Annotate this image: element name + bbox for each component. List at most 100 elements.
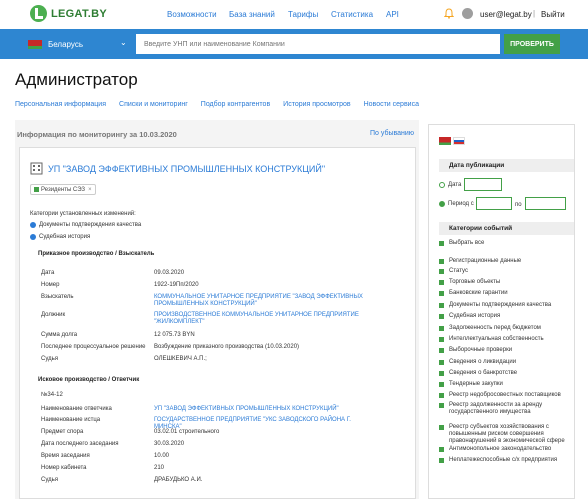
checkbox-icon (439, 291, 444, 296)
checkbox-icon (439, 303, 444, 308)
event-category-label: Задолженность перед бюджетом (449, 325, 541, 331)
event-category-label: Реестр недобросовестных поставщиков (449, 392, 561, 398)
checkbox-icon (439, 337, 444, 342)
debtor-link[interactable]: ПРОИЗВОДСТВЕННОЕ КОММУНАЛЬНОЕ УНИТАРНОЕ … (154, 312, 379, 326)
row-value: ДРАБУДЬКО А.И. (154, 477, 203, 483)
row-value: 1922-19Пп/2020 (154, 282, 199, 288)
tab-counterparty-search[interactable]: Подбор контрагентов (201, 101, 270, 108)
checkbox-icon (439, 314, 444, 319)
event-category-label: Сведения о ликвидации (449, 359, 517, 365)
nav-statistics[interactable]: Статистика (331, 10, 373, 19)
nav-api[interactable]: API (386, 10, 399, 19)
company-name-link[interactable]: УП "ЗАВОД ЭФФЕКТИВНЫХ ПРОМЫШЛЕННЫХ КОНСТ… (48, 164, 325, 174)
row-key: Номер кабинета (41, 465, 87, 471)
country-select[interactable]: Беларусь ⌄ (28, 37, 130, 52)
period-to-label: по (515, 202, 522, 208)
radio-icon (439, 201, 445, 207)
event-category-trade-objects[interactable]: Торговые объекты (439, 279, 574, 286)
row-key: Время заседания (41, 453, 90, 459)
date-radio[interactable]: Дата (439, 182, 461, 188)
period-radio[interactable]: Период с (439, 201, 474, 207)
close-icon[interactable]: × (88, 187, 92, 193)
avatar[interactable] (462, 8, 473, 19)
event-category-insolvent-farms[interactable]: Неплатежеспособные с/х предприятия (439, 457, 574, 464)
row-key: Наименование ответчика (41, 406, 112, 412)
event-category-label: Судебная история (449, 313, 501, 319)
event-category-selective-inspections[interactable]: Выборочные проверки (439, 347, 574, 354)
category-label: Судебная история (39, 234, 91, 240)
radio-label: Период с (448, 201, 474, 207)
event-category-unfair-suppliers-registry[interactable]: Реестр недобросовестных поставщиков (439, 392, 574, 399)
brand-name: LEGAT.BY (51, 7, 107, 20)
date-input[interactable] (464, 178, 502, 191)
section-writ-proceedings: Приказное производство / Взыскатель (38, 251, 155, 257)
row-key: Дата (41, 270, 55, 276)
logout-link[interactable]: Выйти (541, 10, 565, 19)
user-email[interactable]: user@legat.by (480, 10, 532, 19)
search-input[interactable] (136, 34, 500, 54)
tab-service-news[interactable]: Новости сервиса (364, 101, 419, 108)
event-category-label: Торговые объекты (449, 279, 501, 285)
event-category-select-all[interactable]: Выбрать все (439, 240, 574, 247)
event-category-rent-debt-registry[interactable]: Реестр задолженности за аренду государст… (439, 402, 574, 416)
page-title: Администратор (15, 70, 138, 89)
russia-flag-icon[interactable] (453, 137, 465, 145)
tag-label: Резиденты СЭЗ (41, 186, 86, 193)
checkbox-icon (439, 360, 444, 365)
event-category-bankruptcy-info[interactable]: Сведения о банкротстве (439, 370, 574, 377)
checkbox-icon (439, 259, 444, 264)
nav-knowledge-base[interactable]: База знаний (229, 10, 275, 19)
event-category-quality-docs[interactable]: Документы подтверждения качества (439, 302, 574, 309)
event-category-registration-data[interactable]: Регистрационные данные (439, 258, 574, 265)
event-category-label: Реестр задолженности за аренду государст… (449, 402, 543, 415)
row-key: Наименование истца (41, 417, 101, 423)
tab-view-history[interactable]: История просмотров (283, 101, 350, 108)
bell-icon[interactable] (444, 8, 454, 19)
period-from-input[interactable] (476, 197, 512, 210)
category-dot-icon (30, 234, 36, 240)
checkbox-icon (439, 280, 444, 285)
event-category-high-risk-entities-registry[interactable]: Реестр субъектов хозяйствования с повыше… (439, 424, 574, 445)
sez-resident-tag[interactable]: Резиденты СЭЗ × (30, 184, 96, 195)
checkbox-icon (439, 425, 444, 430)
event-category-label: Неплатежеспособные с/х предприятия (449, 457, 558, 463)
sort-descending-link[interactable]: По убыванию (370, 130, 414, 137)
logo-check-icon (30, 5, 47, 22)
checkbox-icon (439, 403, 444, 408)
event-category-status[interactable]: Статус (439, 268, 574, 275)
section-lawsuit: Исковое производство / Ответчик (38, 377, 140, 383)
company-card: УП "ЗАВОД ЭФФЕКТИВНЫХ ПРОМЫШЛЕННЫХ КОНСТ… (19, 147, 416, 499)
row-key: Сумма долга (41, 332, 78, 338)
category-quality-docs[interactable]: Документы подтверждения качества (30, 221, 141, 229)
event-category-label: Документы подтверждения качества (449, 302, 552, 308)
nav-pricing[interactable]: Тарифы (288, 10, 318, 19)
belarus-flag-icon[interactable] (439, 137, 451, 145)
period-to-input[interactable] (525, 197, 566, 210)
defendant-link[interactable]: УП "ЗАВОД ЭФФЕКТИВНЫХ ПРОМЫШЛЕННЫХ КОНСТ… (154, 406, 379, 413)
event-category-intellectual-property[interactable]: Интеллектуальная собственность (439, 336, 574, 343)
event-category-court-history[interactable]: Судебная история (439, 313, 574, 320)
check-button[interactable]: ПРОВЕРИТЬ (504, 34, 560, 54)
row-key: Должник (41, 312, 66, 318)
event-category-budget-debt[interactable]: Задолженность перед бюджетом (439, 325, 574, 332)
event-category-antimonopoly-law[interactable]: Антимонопольное законодательство (439, 446, 574, 453)
row-key: Предмет спора (41, 429, 84, 435)
event-category-liquidation-info[interactable]: Сведения о ликвидации (439, 359, 574, 366)
event-category-label: Регистрационные данные (449, 258, 522, 264)
tab-personal-info[interactable]: Персональная информация (15, 101, 106, 108)
event-category-bank-guarantees[interactable]: Банковские гарантии (439, 290, 574, 297)
event-category-tender-purchases[interactable]: Тендерные закупки (439, 381, 574, 388)
checkbox-icon (439, 458, 444, 463)
profile-tabs: Персональная информация Списки и монитори… (15, 101, 432, 108)
nav-features[interactable]: Возможности (167, 10, 217, 19)
row-key: Судья (41, 477, 59, 483)
checkbox-icon (439, 326, 444, 331)
row-value: 03.02.01 строительного (154, 429, 220, 435)
chevron-down-icon: ⌄ (120, 38, 127, 47)
claimant-link[interactable]: КОММУНАЛЬНОЕ УНИТАРНОЕ ПРЕДПРИЯТИЕ "ЗАВО… (154, 294, 379, 308)
logo[interactable]: LEGAT.BY (30, 5, 107, 22)
row-value: 09.03.2020 (154, 270, 185, 276)
row-value: Возбуждение приказного производства (10.… (154, 344, 300, 350)
category-court-history[interactable]: Судебная история (30, 233, 90, 241)
tab-lists-monitoring[interactable]: Списки и мониторинг (119, 101, 188, 108)
